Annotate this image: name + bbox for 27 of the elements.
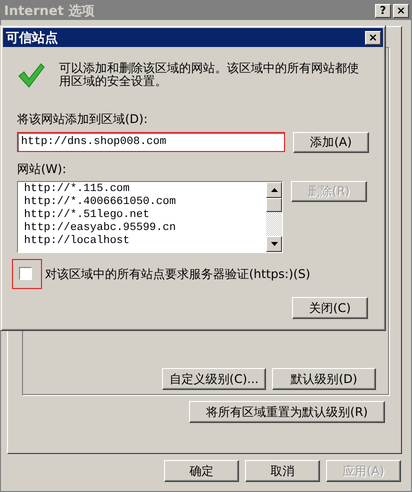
reset-button[interactable]: 将所有区域重置为默认级别(R) — [189, 401, 385, 423]
site-list-item[interactable]: http://*.4006661050.com — [24, 196, 260, 209]
window-title: Internet 选项 — [4, 2, 96, 20]
add-button[interactable]: 添加(A) — [293, 132, 369, 153]
checkbox-label: 对该区域中的所有站点要求服务器验证(https:)(S) — [45, 266, 310, 282]
level-button[interactable]: 自定义级别(C)... — [162, 368, 266, 390]
site-list-item[interactable]: http://*.115.com — [24, 183, 260, 196]
description-text: 可以添加和删除该区域的网站。该区域中的所有网站都使用区域的安全设置。 — [59, 62, 359, 88]
close-button[interactable]: 关闭(C) — [292, 297, 368, 319]
checkmark-icon — [17, 61, 45, 89]
sites-list[interactable]: http://*.115.com http://*.4006661050.com http://*.51lego.net http://easyabc.95599.cn http://localhost — [17, 181, 283, 253]
down-arrow-icon — [270, 242, 278, 246]
scrollbar-thumb[interactable] — [266, 198, 282, 212]
dialog-button[interactable]: 取消 — [245, 460, 320, 482]
site-list-item[interactable]: http://easyabc.95599.cn — [24, 222, 260, 235]
site-list-item[interactable]: http://*.51lego.net — [24, 209, 260, 222]
dialog-button[interactable]: 确定 — [164, 460, 239, 482]
site-list-item[interactable]: http://localhost — [24, 235, 260, 248]
sites-label: 网站(W): — [17, 161, 68, 178]
dialog-title: 可信站点 — [6, 30, 59, 46]
level-button[interactable]: 默认级别(D) — [272, 368, 376, 390]
scrollbar[interactable] — [266, 182, 282, 252]
up-arrow-icon — [270, 188, 278, 192]
close-button[interactable]: × — [365, 30, 381, 44]
checkbox[interactable] — [19, 267, 32, 280]
add-site-label: 将该网站添加到区域(D): — [17, 111, 149, 128]
url-input-field[interactable]: http://dns.shop008.com — [17, 132, 285, 152]
